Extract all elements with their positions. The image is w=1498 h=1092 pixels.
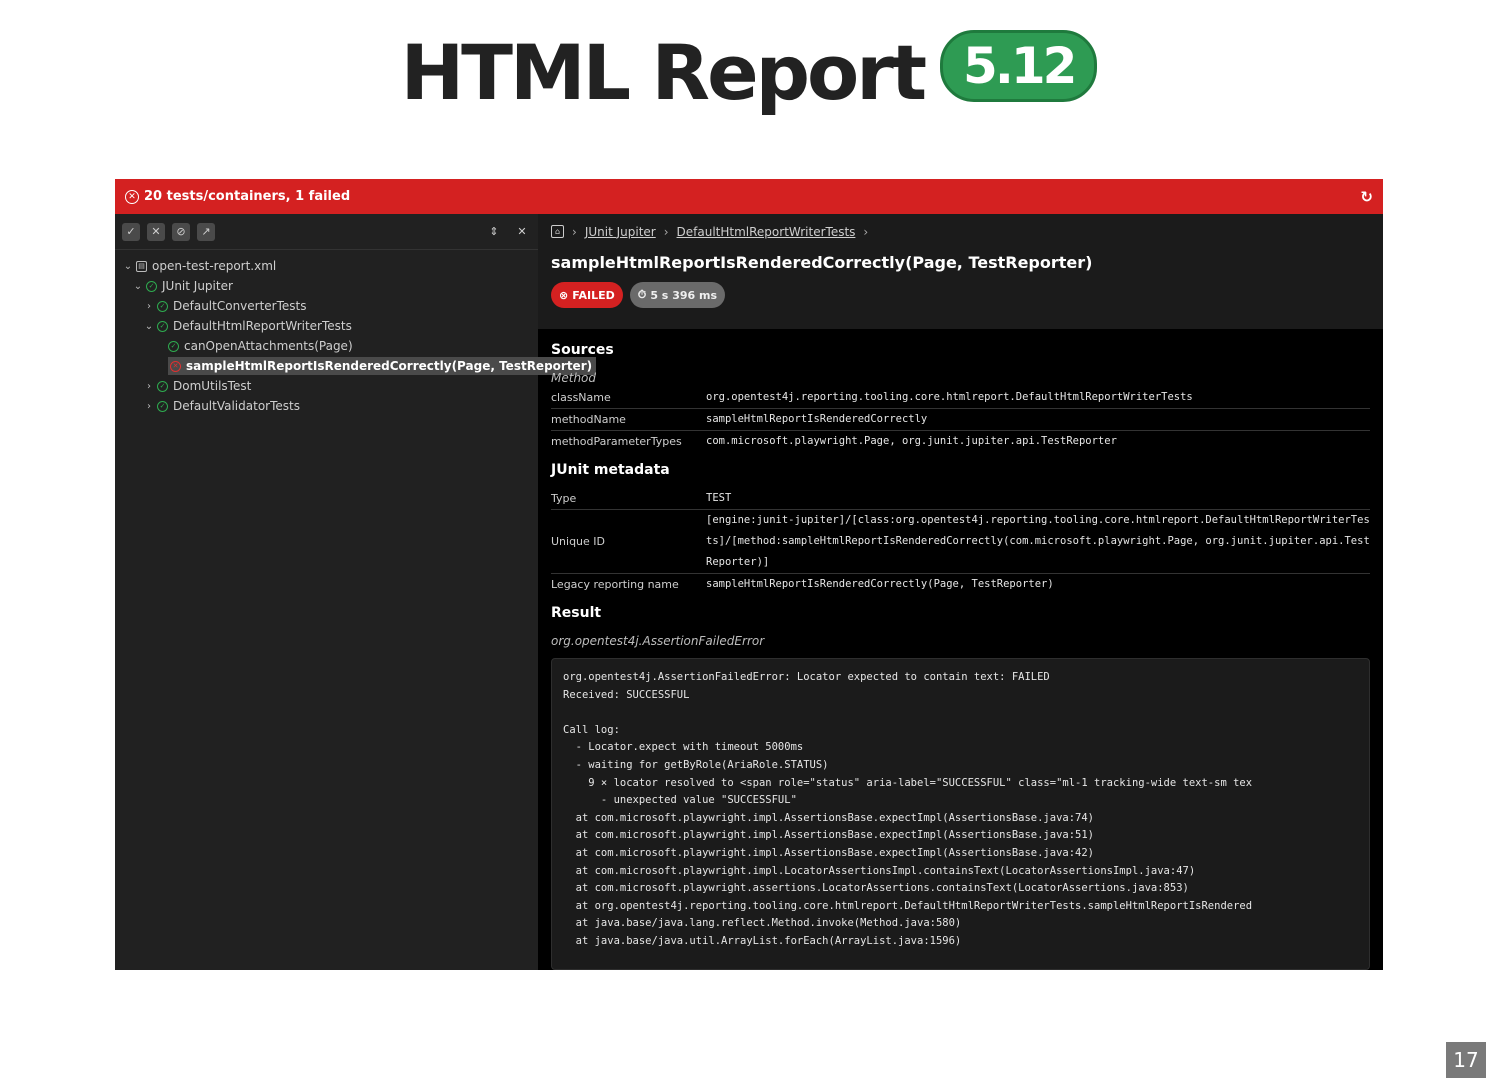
sidebar-toolbar: ✓ ✕ ⊘ ↗ ⇕ ✕ <box>115 214 538 250</box>
failed-status-icon: ✕ <box>125 189 139 204</box>
detail-pane: ⌂ › JUnit Jupiter › DefaultHtmlReportWri… <box>538 214 1383 970</box>
success-icon: ✓ <box>146 280 157 292</box>
sources-subtitle: Method <box>551 371 597 385</box>
test-title: sampleHtmlReportIsRenderedCorrectly(Page… <box>551 253 1093 272</box>
tree-item-label: DefaultConverterTests <box>173 299 307 313</box>
tree-item-label: JUnit Jupiter <box>162 279 233 293</box>
slide-title-text: HTML Report <box>400 27 927 117</box>
breadcrumb-link[interactable]: JUnit Jupiter <box>585 225 656 239</box>
failed-icon: ✕ <box>170 360 181 372</box>
file-icon: ▤ <box>136 260 147 272</box>
kv-row: Legacy reporting name sampleHtmlReportIs… <box>551 578 1054 591</box>
tree-item-selected[interactable]: ✕ sampleHtmlReportIsRenderedCorrectly(Pa… <box>115 356 597 376</box>
expand-all-icon[interactable]: ⇕ <box>485 223 503 241</box>
version-badge: 5.12 <box>940 30 1098 102</box>
tree-item[interactable]: › ✓ DefaultValidatorTests <box>115 396 538 416</box>
chevron-right-icon: › <box>863 224 869 239</box>
tree-item-label: DefaultValidatorTests <box>173 399 300 413</box>
filter-skipped-icon[interactable]: ⊘ <box>172 222 190 241</box>
breadcrumb: ⌂ › JUnit Jupiter › DefaultHtmlReportWri… <box>551 214 1370 249</box>
detail-content: Sources Method className org.opentest4j.… <box>538 342 1383 970</box>
tree-item-label: DomUtilsTest <box>173 379 252 393</box>
status-bar: ✕ 20 tests/containers, 1 failed ↻ <box>115 179 1383 214</box>
sidebar: ✓ ✕ ⊘ ↗ ⇕ ✕ ⌄ ▤ open-test-report.xml ⌄ ✓… <box>115 214 597 970</box>
section-title-sources: Sources <box>551 342 614 358</box>
kv-row: Type TEST <box>551 488 1370 510</box>
chevron-right-icon[interactable]: › <box>143 301 155 312</box>
tree-item[interactable]: ⌄ ▤ open-test-report.xml <box>115 256 538 276</box>
duration-badge: ⏱ 5 s 396 ms <box>629 282 725 308</box>
home-icon[interactable]: ⌂ <box>551 225 564 238</box>
chevron-right-icon[interactable]: › <box>143 401 155 412</box>
stack-trace-log: org.opentest4j.AssertionFailedError: Loc… <box>551 658 1370 970</box>
tree-item-label: DefaultHtmlReportWriterTests <box>173 319 352 333</box>
success-icon: ✓ <box>168 340 179 352</box>
reload-icon[interactable]: ↻ <box>1360 188 1373 206</box>
tree-item-label: open-test-report.xml <box>152 259 277 273</box>
page-number: 17 <box>1446 1042 1486 1078</box>
kv-row: methodName sampleHtmlReportIsRenderedCor… <box>551 409 1370 431</box>
tree-item[interactable]: ⌄ ✓ DefaultHtmlReportWriterTests <box>115 316 538 336</box>
tree-item[interactable]: › ✓ DefaultConverterTests <box>115 296 538 316</box>
exception-type: org.opentest4j.AssertionFailedError <box>551 634 765 648</box>
kv-row: className org.opentest4j.reporting.tooli… <box>551 387 1370 409</box>
detail-header: ⌂ › JUnit Jupiter › DefaultHtmlReportWri… <box>538 214 1383 329</box>
stopwatch-icon: ⏱ <box>637 288 647 301</box>
tree-item[interactable]: › ✓ DomUtilsTest <box>115 376 538 396</box>
kv-row: methodParameterTypes com.microsoft.playw… <box>551 435 1117 448</box>
chevron-right-icon[interactable]: › <box>143 381 155 392</box>
filter-success-icon[interactable]: ✓ <box>122 222 140 241</box>
test-tree: ⌄ ▤ open-test-report.xml ⌄ ✓ JUnit Jupit… <box>115 250 597 416</box>
failed-icon: ⊗ <box>559 288 569 302</box>
success-icon: ✓ <box>157 400 168 412</box>
tree-item-label: sampleHtmlReportIsRenderedCorrectly(Page… <box>186 359 593 373</box>
open-external-icon[interactable]: ↗ <box>197 222 215 241</box>
chevron-right-icon: › <box>663 224 669 239</box>
collapse-all-icon[interactable]: ✕ <box>513 223 531 241</box>
status-text: 20 tests/containers, 1 failed <box>144 189 351 204</box>
success-icon: ✓ <box>157 380 168 392</box>
status-badge: ⊗ FAILED <box>551 282 623 308</box>
tree-item[interactable]: ✓ canOpenAttachments(Page) <box>115 336 538 356</box>
chevron-down-icon[interactable]: ⌄ <box>132 281 144 292</box>
chevron-down-icon[interactable]: ⌄ <box>143 321 155 332</box>
tree-item-label: canOpenAttachments(Page) <box>184 339 353 353</box>
report-app-window: ✕ 20 tests/containers, 1 failed ↻ ✓ ✕ ⊘ … <box>115 179 1383 970</box>
slide-title: HTML Report 5.12 <box>0 22 1498 122</box>
success-icon: ✓ <box>157 300 168 312</box>
success-icon: ✓ <box>157 320 168 332</box>
section-title-result: Result <box>551 605 602 621</box>
filter-failed-icon[interactable]: ✕ <box>147 222 165 241</box>
tree-item[interactable]: ⌄ ✓ JUnit Jupiter <box>115 276 538 296</box>
breadcrumb-link[interactable]: DefaultHtmlReportWriterTests <box>677 225 856 239</box>
chevron-down-icon[interactable]: ⌄ <box>122 261 134 272</box>
section-title-junit-metadata: JUnit metadata <box>551 462 670 478</box>
kv-row: Unique ID [engine:junit-jupiter]/[class:… <box>551 510 1370 574</box>
chevron-right-icon: › <box>572 224 577 239</box>
